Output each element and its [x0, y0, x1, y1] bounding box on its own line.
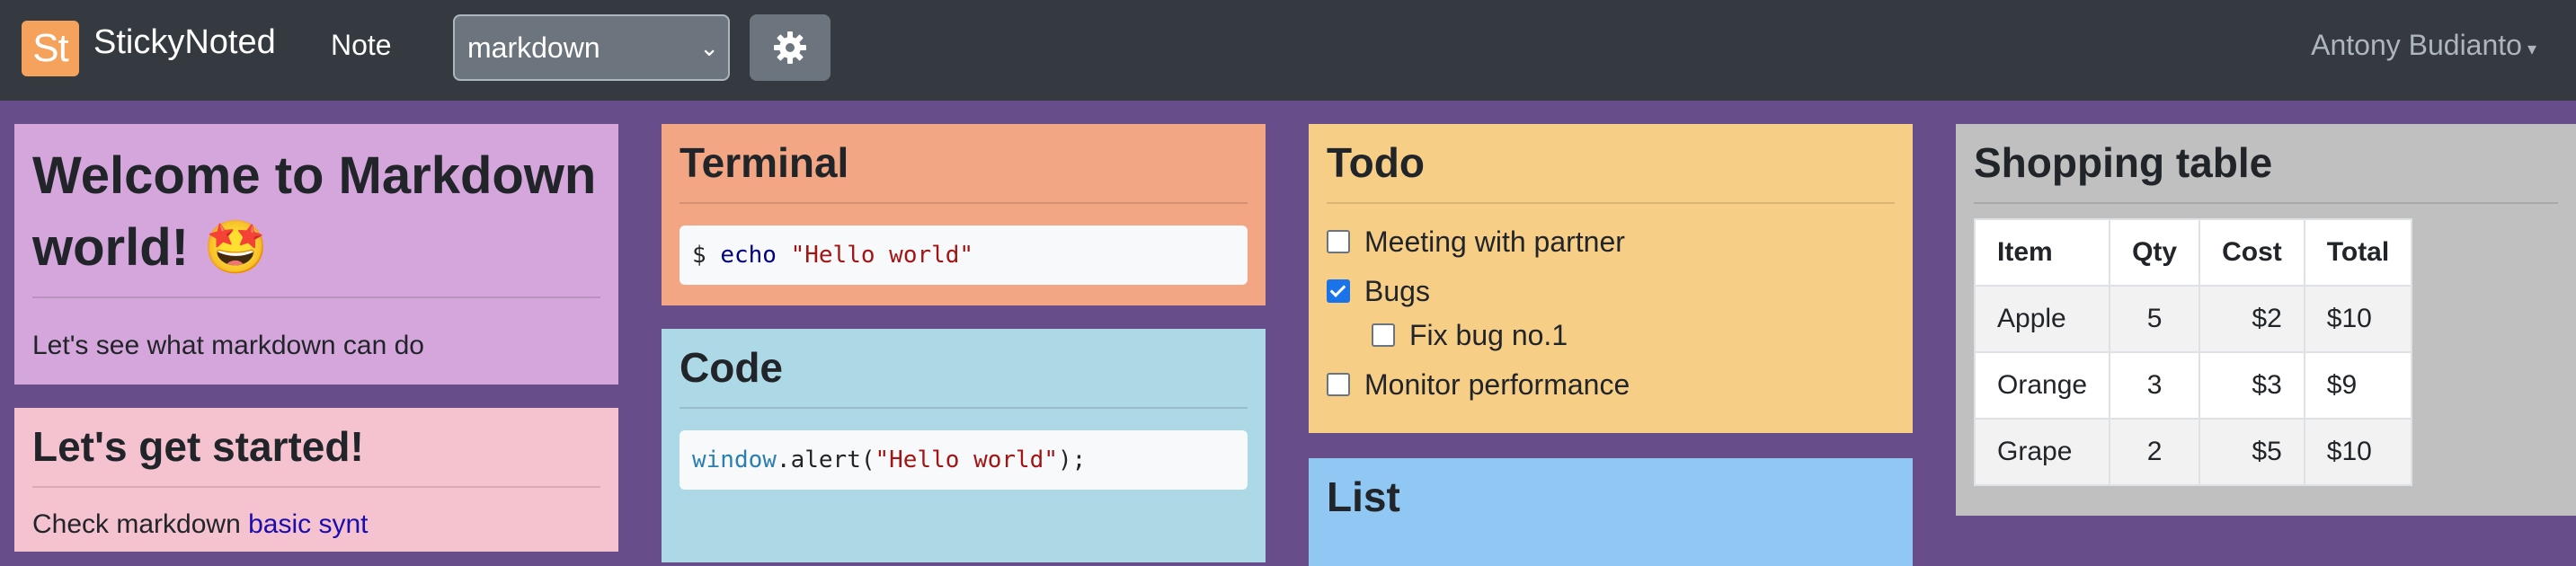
brand-logo[interactable]: St — [22, 21, 79, 76]
todo-checkbox-checked[interactable] — [1327, 279, 1350, 304]
table-row: Orange 3 $3 $9 — [1973, 350, 2413, 420]
code-method: .alert( — [776, 446, 875, 473]
table-cell: $3 — [2198, 350, 2305, 420]
get-started-body: Check markdown basic synt — [32, 509, 600, 540]
todo-card[interactable]: Todo Meeting with partner Bugs Fix bug n… — [1309, 124, 1913, 433]
todo-list: Meeting with partner Bugs Fix bug no.1 M… — [1327, 226, 1895, 402]
todo-title: Todo — [1327, 139, 1425, 186]
table-cell: $9 — [2303, 350, 2413, 420]
todo-item-label: Meeting with partner — [1364, 225, 1625, 258]
todo-item: Bugs — [1327, 275, 1895, 308]
terminal-title: Terminal — [680, 139, 849, 186]
todo-checkbox[interactable] — [1372, 323, 1395, 348]
todo-item-label: Fix bug no.1 — [1409, 318, 1568, 351]
todo-subitem: Fix bug no.1 — [1372, 319, 1895, 352]
command-keyword: echo — [720, 241, 777, 269]
divider — [32, 296, 600, 298]
header-cell: Qty — [2109, 217, 2201, 287]
user-name: Antony Budianto — [2311, 29, 2522, 61]
get-started-title: Let's get started! — [32, 423, 364, 470]
table-header-row: Item Qty Cost Total — [1973, 217, 2413, 287]
todo-item: Meeting with partner — [1327, 226, 1895, 259]
code-title: Code — [680, 344, 783, 391]
code-string: "Hello world" — [875, 446, 1059, 473]
todo-checkbox[interactable] — [1327, 373, 1350, 397]
command-argument: "Hello world" — [790, 241, 974, 269]
table-cell: $10 — [2303, 417, 2413, 486]
mode-select-value: markdown — [467, 31, 600, 64]
todo-item-label: Bugs — [1364, 274, 1430, 307]
table-cell: 2 — [2109, 417, 2201, 486]
divider — [1327, 201, 1895, 204]
divider — [1974, 201, 2558, 204]
table-cell: Grape — [1973, 417, 2111, 486]
basic-syntax-link[interactable]: basic synt — [248, 509, 368, 539]
chevron-down-icon: ⌄ — [699, 34, 719, 61]
caret-down-icon: ▾ — [2527, 40, 2536, 59]
header-cell: Item — [1973, 217, 2111, 287]
table-cell: 5 — [2109, 284, 2201, 353]
list-card[interactable]: List — [1309, 458, 1913, 566]
get-started-card[interactable]: Let's get started! Check markdown basic … — [14, 408, 618, 552]
code-block: window.alert("Hello world"); — [680, 429, 1248, 490]
settings-button[interactable] — [750, 14, 831, 81]
code-object: window — [692, 446, 777, 473]
welcome-body: Let's see what markdown can do — [32, 331, 424, 360]
navbar: St StickyNoted Note markdown ⌄ Antony Bu… — [0, 0, 2576, 101]
table-cell: Apple — [1973, 284, 2111, 353]
todo-item: Monitor performance — [1327, 368, 1895, 402]
shopping-table: Item Qty Cost Total Apple 5 $2 $10 Orang… — [1973, 217, 2413, 486]
get-started-text: Check markdown — [32, 509, 249, 539]
divider — [680, 201, 1248, 204]
prompt-symbol: $ — [692, 241, 721, 269]
list-title: List — [1327, 473, 1400, 520]
terminal-code-block: $ echo "Hello world" — [680, 225, 1248, 285]
divider — [32, 485, 600, 488]
table-row: Apple 5 $2 $10 — [1973, 284, 2413, 353]
terminal-card[interactable]: Terminal $ echo "Hello world" — [662, 124, 1266, 305]
divider — [680, 406, 1248, 409]
header-cell: Total — [2303, 217, 2413, 287]
table-cell: $2 — [2198, 284, 2305, 353]
todo-item-label: Monitor performance — [1364, 367, 1630, 401]
table-row: Grape 2 $5 $10 — [1973, 417, 2413, 486]
mode-select[interactable]: markdown ⌄ — [453, 14, 730, 81]
gear-icon — [774, 31, 806, 64]
welcome-card[interactable]: Welcome to Markdown world! 🤩 Let's see w… — [14, 124, 618, 385]
table-cell: Orange — [1973, 350, 2111, 420]
brand-name[interactable]: StickyNoted — [93, 23, 276, 62]
table-cell: $10 — [2303, 284, 2413, 353]
header-cell: Cost — [2198, 217, 2305, 287]
user-menu[interactable]: Antony Budianto ▾ — [2311, 29, 2536, 62]
shopping-card[interactable]: Shopping table Item Qty Cost Total Apple… — [1956, 124, 2576, 516]
table-cell: $5 — [2198, 417, 2305, 486]
welcome-title: Welcome to Markdown world! 🤩 — [32, 146, 597, 277]
shopping-title: Shopping table — [1974, 139, 2273, 186]
todo-checkbox[interactable] — [1327, 230, 1350, 254]
code-card[interactable]: Code window.alert("Hello world"); — [662, 329, 1266, 562]
code-end: ); — [1058, 446, 1087, 473]
table-cell: 3 — [2109, 350, 2201, 420]
nav-note-link[interactable]: Note — [331, 29, 392, 62]
